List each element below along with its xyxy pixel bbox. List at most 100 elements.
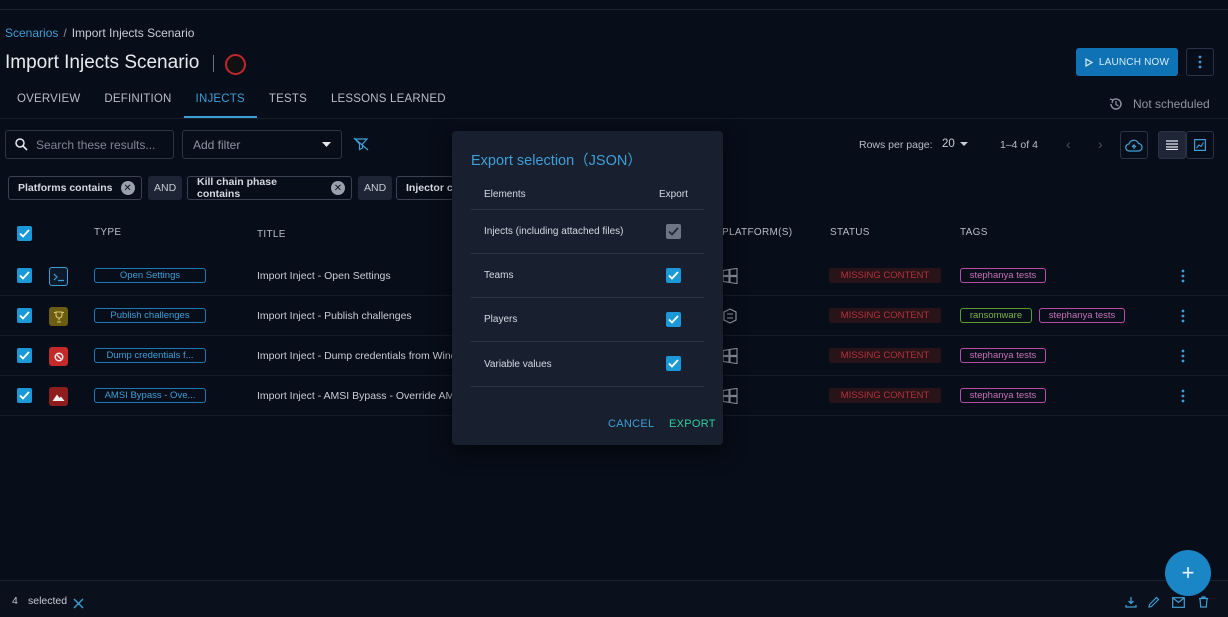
tag-stephanya-tests: stephanya tests xyxy=(960,348,1046,363)
scenario-more-button[interactable] xyxy=(1186,48,1214,76)
title-divider xyxy=(213,55,214,72)
email-button[interactable] xyxy=(1172,595,1185,613)
check-icon xyxy=(668,271,679,280)
mail-icon xyxy=(1172,597,1185,608)
filter-chip-kill-chain[interactable]: Kill chain phase contains ✕ xyxy=(187,176,352,200)
caret-down-icon xyxy=(322,142,331,147)
edit-button[interactable] xyxy=(1148,595,1160,613)
more-vertical-icon xyxy=(1198,55,1202,69)
schedule-icon xyxy=(1109,98,1122,110)
list-icon xyxy=(1166,140,1178,150)
rows-per-page-select[interactable]: 20 xyxy=(942,138,968,150)
filter-chip-label: Injector c xyxy=(406,182,453,194)
row-menu-button[interactable] xyxy=(1181,389,1185,408)
export-button[interactable]: EXPORT xyxy=(669,418,716,430)
more-vertical-icon xyxy=(1181,349,1185,363)
timeline-view-button[interactable] xyxy=(1186,131,1214,159)
launch-now-label: LAUNCH NOW xyxy=(1098,56,1170,68)
column-header-platforms[interactable]: PLATFORM(S) xyxy=(722,227,792,238)
export-dialog: Export selection（JSON） Elements Export I… xyxy=(452,131,723,445)
tag-stephanya-tests: stephanya tests xyxy=(960,388,1046,403)
more-vertical-icon xyxy=(1181,309,1185,323)
status-badge: MISSING CONTENT xyxy=(829,348,941,363)
breadcrumb-scenarios-link[interactable]: Scenarios xyxy=(5,26,58,40)
inject-title[interactable]: Import Inject - Publish challenges xyxy=(257,310,452,322)
check-icon xyxy=(668,359,679,368)
next-page-button[interactable]: › xyxy=(1098,136,1103,152)
tab-injects[interactable]: INJECTS xyxy=(183,88,257,118)
dialog-divider xyxy=(471,297,704,298)
tag-stephanya-tests: stephanya tests xyxy=(960,268,1046,283)
filter-chip-platforms[interactable]: Platforms contains ✕ xyxy=(8,176,142,200)
remove-filter-icon[interactable]: ✕ xyxy=(120,181,135,195)
column-header-type[interactable]: TYPE xyxy=(94,227,121,238)
check-icon xyxy=(19,311,30,320)
add-inject-button[interactable]: + xyxy=(1165,550,1211,596)
status-badge: MISSING CONTENT xyxy=(829,388,941,403)
download-icon xyxy=(1125,597,1137,608)
clear-selection-button[interactable] xyxy=(73,596,84,614)
inject-title[interactable]: Import Inject - Open Settings xyxy=(257,270,452,282)
export-teams-checkbox[interactable] xyxy=(666,268,681,283)
schedule-status[interactable]: Not scheduled xyxy=(1108,96,1210,112)
elements-column-header: Elements xyxy=(484,189,526,200)
selection-toolbar xyxy=(0,580,1228,617)
row-menu-button[interactable] xyxy=(1181,349,1185,368)
row-checkbox[interactable] xyxy=(17,348,32,363)
row-menu-button[interactable] xyxy=(1181,269,1185,288)
more-vertical-icon xyxy=(1181,269,1185,283)
atomic-red-team-icon xyxy=(49,347,68,366)
trophy-icon xyxy=(49,307,68,326)
search-box xyxy=(5,130,174,159)
row-checkbox[interactable] xyxy=(17,308,32,323)
check-icon xyxy=(668,227,679,236)
remove-filter-icon[interactable]: ✕ xyxy=(331,181,345,195)
download-button[interactable] xyxy=(1125,595,1137,613)
column-header-title[interactable]: TITLE xyxy=(257,229,286,240)
inject-type-tag: Dump credentials f... xyxy=(94,348,206,363)
tab-tests[interactable]: TESTS xyxy=(257,88,319,118)
filter-chip-label: Kill chain phase contains xyxy=(197,176,277,200)
filter-operator[interactable]: AND xyxy=(148,176,183,200)
launch-now-button[interactable]: LAUNCH NOW xyxy=(1076,48,1178,76)
top-divider xyxy=(0,9,1228,10)
filter-operator[interactable]: AND xyxy=(358,176,393,200)
inject-title[interactable]: Import Inject - AMSI Bypass - Override A… xyxy=(257,390,452,402)
check-icon xyxy=(19,351,30,360)
import-button[interactable] xyxy=(1120,131,1148,159)
terminal-icon xyxy=(49,267,68,286)
row-checkbox[interactable] xyxy=(17,388,32,403)
list-view-button[interactable] xyxy=(1158,131,1186,159)
trash-icon xyxy=(1199,596,1208,608)
cancel-button[interactable]: CANCEL xyxy=(608,418,654,430)
inject-title[interactable]: Import Inject - Dump credentials from Wi… xyxy=(257,350,452,362)
tab-definition[interactable]: DEFINITION xyxy=(92,88,183,118)
export-item-label: Teams xyxy=(484,270,514,281)
tab-lessons-learned[interactable]: LESSONS LEARNED xyxy=(319,88,458,118)
rows-per-page-label: Rows per page: xyxy=(859,139,933,151)
delete-button[interactable] xyxy=(1198,595,1209,613)
export-injects-checkbox[interactable] xyxy=(666,224,681,239)
dialog-title: Export selection（JSON） xyxy=(471,153,642,169)
select-all-checkbox[interactable] xyxy=(17,226,32,241)
row-menu-button[interactable] xyxy=(1181,309,1185,328)
filter-off-icon xyxy=(353,137,369,151)
column-header-status[interactable]: STATUS xyxy=(830,227,870,238)
tab-overview[interactable]: OVERVIEW xyxy=(5,88,92,118)
close-icon xyxy=(73,598,84,609)
export-players-checkbox[interactable] xyxy=(666,312,681,327)
add-filter-select[interactable]: Add filter xyxy=(182,130,342,159)
clear-filters-button[interactable] xyxy=(353,137,369,156)
check-icon xyxy=(19,229,30,238)
search-input[interactable] xyxy=(36,137,166,152)
breadcrumb: Scenarios / Import Injects Scenario xyxy=(5,26,194,40)
export-item-label: Players xyxy=(484,314,518,325)
column-header-tags[interactable]: TAGS xyxy=(960,227,988,238)
chart-icon xyxy=(1194,139,1206,151)
cloud-upload-icon xyxy=(1125,139,1143,152)
selected-count: 4 xyxy=(12,595,18,607)
row-checkbox[interactable] xyxy=(17,268,32,283)
prev-page-button[interactable]: ‹ xyxy=(1066,136,1071,152)
export-variables-checkbox[interactable] xyxy=(666,356,681,371)
caret-down-icon xyxy=(959,142,968,146)
